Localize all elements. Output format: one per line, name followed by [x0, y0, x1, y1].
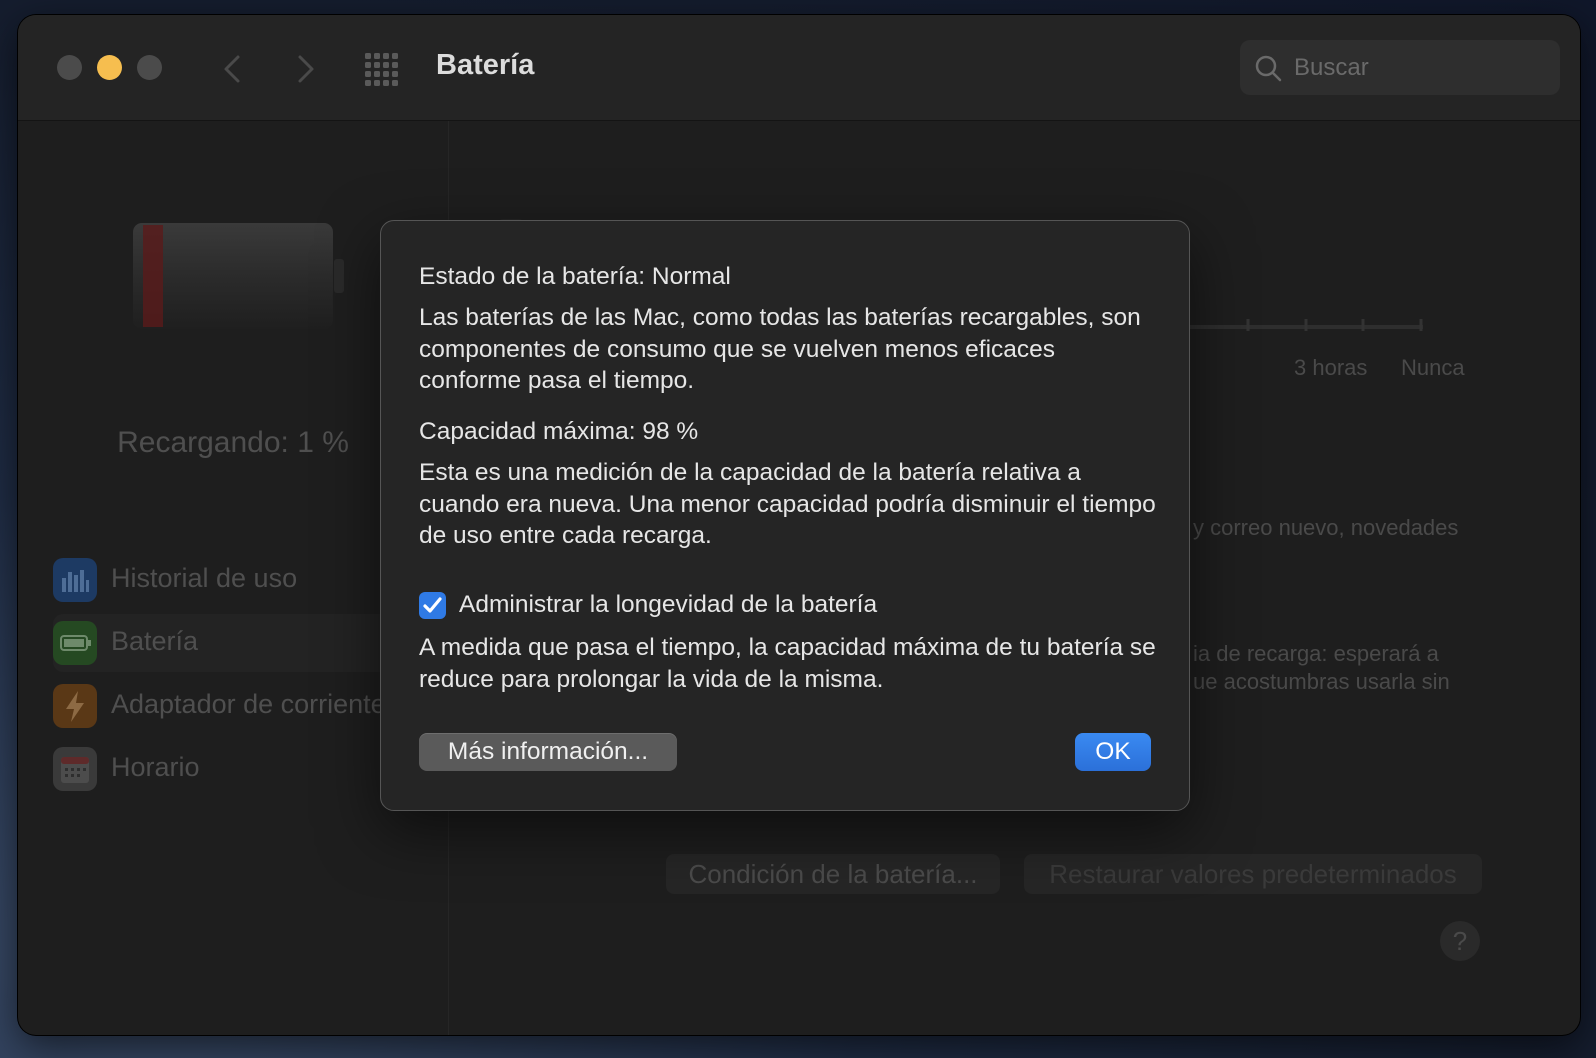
sidebar-item-usage-history[interactable]: Historial de uso: [53, 551, 433, 609]
close-button[interactable]: [57, 55, 82, 80]
checkmark-icon: [423, 597, 442, 613]
window-title: Batería: [436, 49, 535, 81]
sidebar-item-label: Historial de uso: [111, 563, 298, 593]
option-description: ue acostumbras usarla sin: [1193, 669, 1450, 694]
capacity-title: Capacidad máxima: 98 %: [419, 418, 699, 445]
sidebar-item-label: Horario: [111, 752, 200, 782]
slider-track: [1188, 319, 1423, 331]
forward-icon[interactable]: [286, 51, 322, 87]
back-icon[interactable]: [216, 51, 252, 87]
search-field[interactable]: [1240, 40, 1560, 95]
option-description: ia de recarga: esperará a: [1193, 641, 1439, 666]
bolt-icon: [53, 684, 97, 728]
sidebar-item-label: Adaptador de corriente: [111, 689, 386, 719]
sidebar-item-label: Batería: [111, 626, 199, 656]
help-button[interactable]: ?: [1440, 921, 1480, 961]
sidebar-item-battery[interactable]: Batería: [53, 614, 433, 672]
sidebar-item-schedule[interactable]: Horario: [53, 740, 433, 798]
manage-longevity-checkbox[interactable]: [419, 592, 446, 619]
calendar-icon: [53, 747, 97, 791]
slider-label-3h: 3 horas: [1294, 355, 1368, 380]
search-input[interactable]: [1292, 48, 1546, 88]
capacity-description: Esta es una medición de la capacidad de …: [419, 459, 1156, 549]
battery-status-icon: [133, 223, 344, 329]
bar-chart-icon: [53, 558, 97, 602]
sidebar-item-power-adapter[interactable]: Adaptador de corriente: [53, 677, 433, 735]
restore-defaults-button[interactable]: Restaurar valores predeterminados: [1024, 854, 1482, 894]
zoom-button[interactable]: [137, 55, 162, 80]
battery-health-dialog: Estado de la batería: Normal Las batería…: [380, 220, 1190, 811]
search-icon: [1255, 55, 1282, 82]
option-description: y correo nuevo, novedades: [1193, 515, 1459, 540]
minimize-button[interactable]: [97, 55, 122, 80]
battery-icon: [53, 621, 97, 665]
show-all-grid-icon[interactable]: [363, 51, 401, 89]
status-description: Las baterías de las Mac, como todas las …: [419, 304, 1141, 394]
manage-longevity-label[interactable]: Administrar la longevidad de la batería: [459, 591, 877, 619]
slider-label-never: Nunca: [1401, 355, 1465, 380]
ok-button[interactable]: OK: [1075, 733, 1151, 771]
manage-longevity-description: A medida que pasa el tiempo, la capacida…: [419, 634, 1156, 693]
title-bar: Batería: [18, 15, 1580, 121]
battery-condition-button[interactable]: Condición de la batería...: [666, 854, 1000, 894]
more-info-button[interactable]: Más información...: [419, 733, 677, 771]
status-title: Estado de la batería: Normal: [419, 263, 731, 290]
